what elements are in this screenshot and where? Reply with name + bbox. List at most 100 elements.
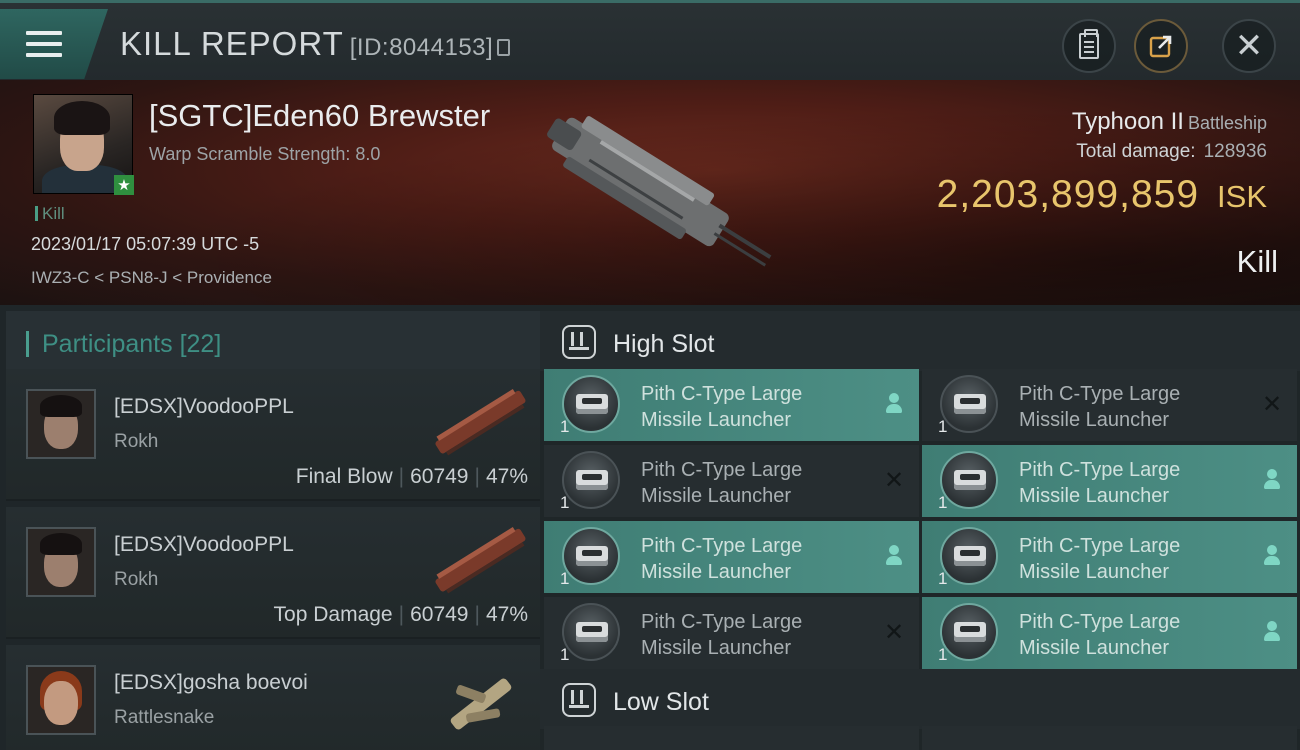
module-quantity: 1 bbox=[560, 569, 570, 588]
high-slot-icon bbox=[562, 325, 596, 359]
total-damage-label: Total damage: bbox=[1076, 141, 1196, 162]
high-slot-module[interactable]: 1 Pith C-Type Large Missile Launcher ✕ bbox=[544, 445, 919, 517]
kill-report-screen: KILL REPORT [ID:8044153] ✕ ★ [SGTC]Eden60… bbox=[0, 0, 1300, 750]
module-quantity: 1 bbox=[560, 417, 570, 436]
participants-panel: Participants [22] [EDSX]VoodooPPL Rokh F… bbox=[0, 305, 540, 750]
participant-name: [EDSX]VoodooPPL bbox=[114, 395, 294, 418]
high-slot-module[interactable]: 1 Pith C-Type Large Missile Launcher bbox=[922, 521, 1297, 593]
fitting-panel: High Slot 1 Pith C-Type Large Missile Laun… bbox=[540, 305, 1300, 750]
high-slot-module[interactable]: 1 Pith C-Type Large Missile Launcher bbox=[544, 521, 919, 593]
page-title-text: KILL REPORT bbox=[120, 25, 344, 62]
participant-row[interactable]: [EDSX]VoodooPPL Rokh Top Damage | 60749 | 47… bbox=[6, 507, 540, 639]
destroyed-x-icon: ✕ bbox=[883, 466, 905, 494]
high-slot-module[interactable]: 1 Pith C-Type Large Missile Launcher bbox=[922, 445, 1297, 517]
module-quantity: 1 bbox=[560, 645, 570, 664]
share-icon bbox=[1149, 35, 1172, 58]
missile-launcher-icon bbox=[940, 375, 998, 433]
dropped-person-icon bbox=[1261, 469, 1283, 491]
star-icon: ★ bbox=[114, 175, 134, 195]
module-name-line2: Missile Launcher bbox=[1019, 561, 1170, 583]
dropped-person-icon bbox=[883, 393, 905, 415]
participant-row[interactable]: [EDSX]VoodooPPL Rokh Final Blow | 60749 | 47… bbox=[6, 369, 540, 501]
participant-avatar[interactable] bbox=[26, 389, 96, 459]
destroyed-x-icon: ✕ bbox=[1261, 390, 1283, 418]
close-button[interactable]: ✕ bbox=[1222, 19, 1276, 73]
missile-launcher-icon bbox=[940, 527, 998, 585]
close-icon: ✕ bbox=[1234, 26, 1264, 66]
module-name-line1: Pith C-Type Large bbox=[1019, 611, 1181, 633]
module-name-line2: Missile Launcher bbox=[641, 561, 792, 583]
module-name: Pith C-Type Large Missile Launcher bbox=[641, 533, 802, 585]
missile-launcher-icon bbox=[562, 603, 620, 661]
module-name: Pith C-Type Large Missile Launcher bbox=[641, 381, 802, 433]
missile-launcher-icon bbox=[940, 451, 998, 509]
victim-name[interactable]: [SGTC]Eden60 Brewster bbox=[149, 98, 490, 134]
kill-tag: Kill bbox=[35, 204, 65, 224]
low-slot-module[interactable] bbox=[544, 726, 919, 750]
rokh-ship-image bbox=[435, 526, 526, 594]
hamburger-menu-icon bbox=[26, 31, 62, 57]
module-name: Pith C-Type Large Missile Launcher bbox=[641, 609, 802, 661]
module-name-line1: Pith C-Type Large bbox=[641, 535, 803, 557]
high-slot-label: High Slot bbox=[613, 330, 715, 358]
module-name-line1: Pith C-Type Large bbox=[1019, 459, 1181, 481]
participant-name: [EDSX]VoodooPPL bbox=[114, 533, 294, 556]
participant-ship: Rattlesnake bbox=[114, 707, 215, 728]
rattlesnake-ship-image bbox=[450, 678, 512, 730]
destroyed-x-icon: ✕ bbox=[883, 618, 905, 646]
participant-stats: Top Damage | 60749 | 47% bbox=[273, 603, 528, 626]
kill-id: [ID:8044153] bbox=[349, 34, 494, 61]
victim-banner: ★ [SGTC]Eden60 Brewster Warp Scramble St… bbox=[0, 80, 1300, 305]
missile-launcher-icon bbox=[562, 451, 620, 509]
high-slot-module[interactable]: 1 Pith C-Type Large Missile Launcher bbox=[922, 597, 1297, 669]
missile-launcher-icon bbox=[562, 375, 620, 433]
module-name: Pith C-Type Large Missile Launcher bbox=[1019, 381, 1180, 433]
module-quantity: 1 bbox=[938, 645, 948, 664]
menu-button[interactable] bbox=[0, 9, 108, 79]
participant-name: [EDSX]gosha boevoi bbox=[114, 671, 308, 694]
missile-launcher-icon bbox=[940, 603, 998, 661]
high-slot-module[interactable]: 1 Pith C-Type Large Missile Launcher ✕ bbox=[544, 597, 919, 669]
kill-datetime: 2023/01/17 05:07:39 UTC -5 bbox=[31, 234, 260, 254]
dropped-person-icon bbox=[1261, 545, 1283, 567]
kill-result-label: Kill bbox=[1236, 244, 1278, 279]
module-name-line2: Missile Launcher bbox=[1019, 485, 1170, 507]
module-name-line2: Missile Launcher bbox=[641, 409, 792, 431]
header-bar: KILL REPORT [ID:8044153] ✕ bbox=[0, 0, 1300, 80]
low-slot-module[interactable] bbox=[922, 726, 1297, 750]
isk-amount: 2,203,899,859 bbox=[936, 173, 1200, 216]
module-name-line1: Pith C-Type Large bbox=[1019, 383, 1181, 405]
participants-header: Participants [22] bbox=[6, 311, 540, 369]
isk-value: 2,203,899,859 ISK bbox=[937, 173, 1267, 217]
clipboard-button[interactable] bbox=[1062, 19, 1116, 73]
low-slot-label: Low Slot bbox=[613, 688, 709, 716]
participant-stats: Final Blow | 60749 | 47% bbox=[295, 465, 528, 488]
ship-name: Typhoon II bbox=[1071, 108, 1184, 135]
participant-row[interactable]: [EDSX]gosha boevoi Rattlesnake bbox=[6, 645, 540, 750]
module-quantity: 1 bbox=[938, 493, 948, 512]
total-damage: Total damage: 128936 bbox=[1076, 141, 1267, 163]
total-damage-value: 128936 bbox=[1203, 141, 1267, 162]
page-title: KILL REPORT [ID:8044153] bbox=[120, 25, 511, 63]
missile-launcher-icon bbox=[562, 527, 620, 585]
participant-avatar[interactable] bbox=[26, 527, 96, 597]
high-slot-module[interactable]: 1 Pith C-Type Large Missile Launcher ✕ bbox=[922, 369, 1297, 441]
kill-location: IWZ3-C < PSN8-J < Providence bbox=[31, 268, 272, 287]
high-slot-header: High Slot bbox=[540, 311, 1300, 371]
victim-ship-type[interactable]: Typhoon II Battleship bbox=[1072, 108, 1267, 136]
participant-ship: Rokh bbox=[114, 431, 159, 452]
participant-ship: Rokh bbox=[114, 569, 159, 590]
copy-icon[interactable] bbox=[497, 39, 511, 56]
module-quantity: 1 bbox=[938, 569, 948, 588]
share-button[interactable] bbox=[1134, 19, 1188, 73]
ship-class: Battleship bbox=[1187, 113, 1267, 133]
module-quantity: 1 bbox=[560, 493, 570, 512]
high-slot-module[interactable]: 1 Pith C-Type Large Missile Launcher bbox=[544, 369, 919, 441]
rokh-ship-image bbox=[435, 388, 526, 456]
dropped-person-icon bbox=[1261, 621, 1283, 643]
isk-unit: ISK bbox=[1217, 179, 1267, 214]
module-quantity: 1 bbox=[938, 417, 948, 436]
module-name: Pith C-Type Large Missile Launcher bbox=[1019, 533, 1180, 585]
module-name-line2: Missile Launcher bbox=[641, 637, 792, 659]
participant-avatar[interactable] bbox=[26, 665, 96, 735]
